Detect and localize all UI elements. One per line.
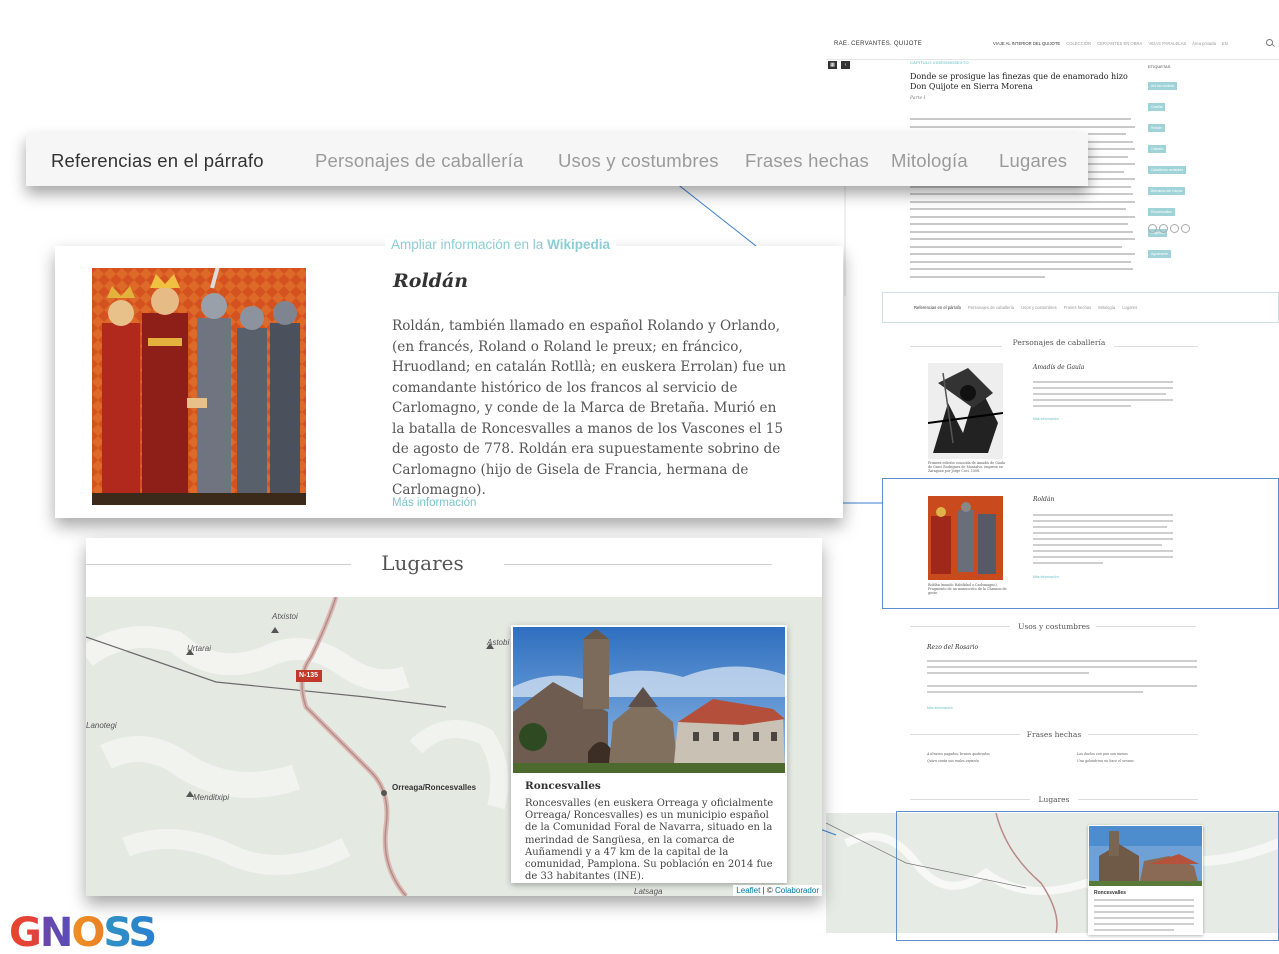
roldan-name: Roldán bbox=[393, 270, 469, 292]
map-label: Urtarai bbox=[187, 644, 212, 653]
wiki-name: Wikipedia bbox=[547, 237, 610, 252]
map-label: Astobi bbox=[487, 638, 510, 647]
composite-screenshot: RAE. CERVANTES. QUIJOTE VIAJE AL INTERIO… bbox=[0, 0, 1279, 954]
gnoss-logo: GNOSS bbox=[9, 908, 169, 954]
tab-personajes[interactable]: Personajes de caballería bbox=[315, 150, 523, 172]
roldan-description: Roldán, también llamado en español Rolan… bbox=[392, 318, 787, 498]
contributors-link[interactable]: Colaborador bbox=[775, 886, 819, 895]
roncesvalles-image bbox=[513, 627, 785, 773]
lugares-title: Lugares bbox=[381, 551, 464, 575]
map-label: Latsaga bbox=[634, 887, 663, 896]
svg-text:GNOSS: GNOSS bbox=[9, 910, 155, 953]
divider bbox=[504, 564, 772, 565]
tab-referencias[interactable]: Referencias en el párrafo bbox=[51, 150, 264, 172]
roldan-card: Ampliar información en la Wikipedia Rold… bbox=[55, 237, 843, 518]
reference-tab-bar: Referencias en el párrafo Personajes de … bbox=[26, 133, 1088, 186]
tab-usos[interactable]: Usos y costumbres bbox=[558, 150, 719, 172]
map-attribution: Leaflet | © Colaborador bbox=[733, 885, 822, 896]
wikipedia-link[interactable]: Ampliar información en la Wikipedia bbox=[385, 237, 616, 252]
map-label: Lanotegi bbox=[86, 721, 117, 730]
map-marker-label[interactable]: Orreaga/Roncesvalles bbox=[392, 783, 476, 792]
wiki-prefix: Ampliar información en la bbox=[391, 237, 544, 252]
popup-description: Roncesvalles (en euskera Orreaga y ofici… bbox=[525, 798, 774, 883]
tab-mitologia[interactable]: Mitología bbox=[891, 150, 968, 172]
popup-title: Roncesvalles bbox=[525, 780, 601, 792]
map-popup: Roncesvalles Roncesvalles (en euskera Or… bbox=[511, 625, 787, 883]
road-shield: N-135 bbox=[299, 672, 319, 679]
lugares-card: Lugares Urtarai Atxistoi Astobi Lanotegi… bbox=[86, 538, 822, 896]
tab-lugares[interactable]: Lugares bbox=[999, 150, 1067, 172]
roldan-image bbox=[92, 268, 306, 505]
leaflet-link[interactable]: Leaflet bbox=[736, 886, 760, 895]
tab-frases[interactable]: Frases hechas bbox=[745, 150, 869, 172]
map-label: Atxistoi bbox=[272, 612, 298, 621]
map[interactable]: Urtarai Atxistoi Astobi Lanotegi Menditx… bbox=[86, 597, 822, 896]
more-info-link[interactable]: Más información bbox=[392, 497, 476, 509]
map-label: Menditxipi bbox=[193, 793, 230, 802]
attrib-separator: | © bbox=[760, 886, 775, 895]
